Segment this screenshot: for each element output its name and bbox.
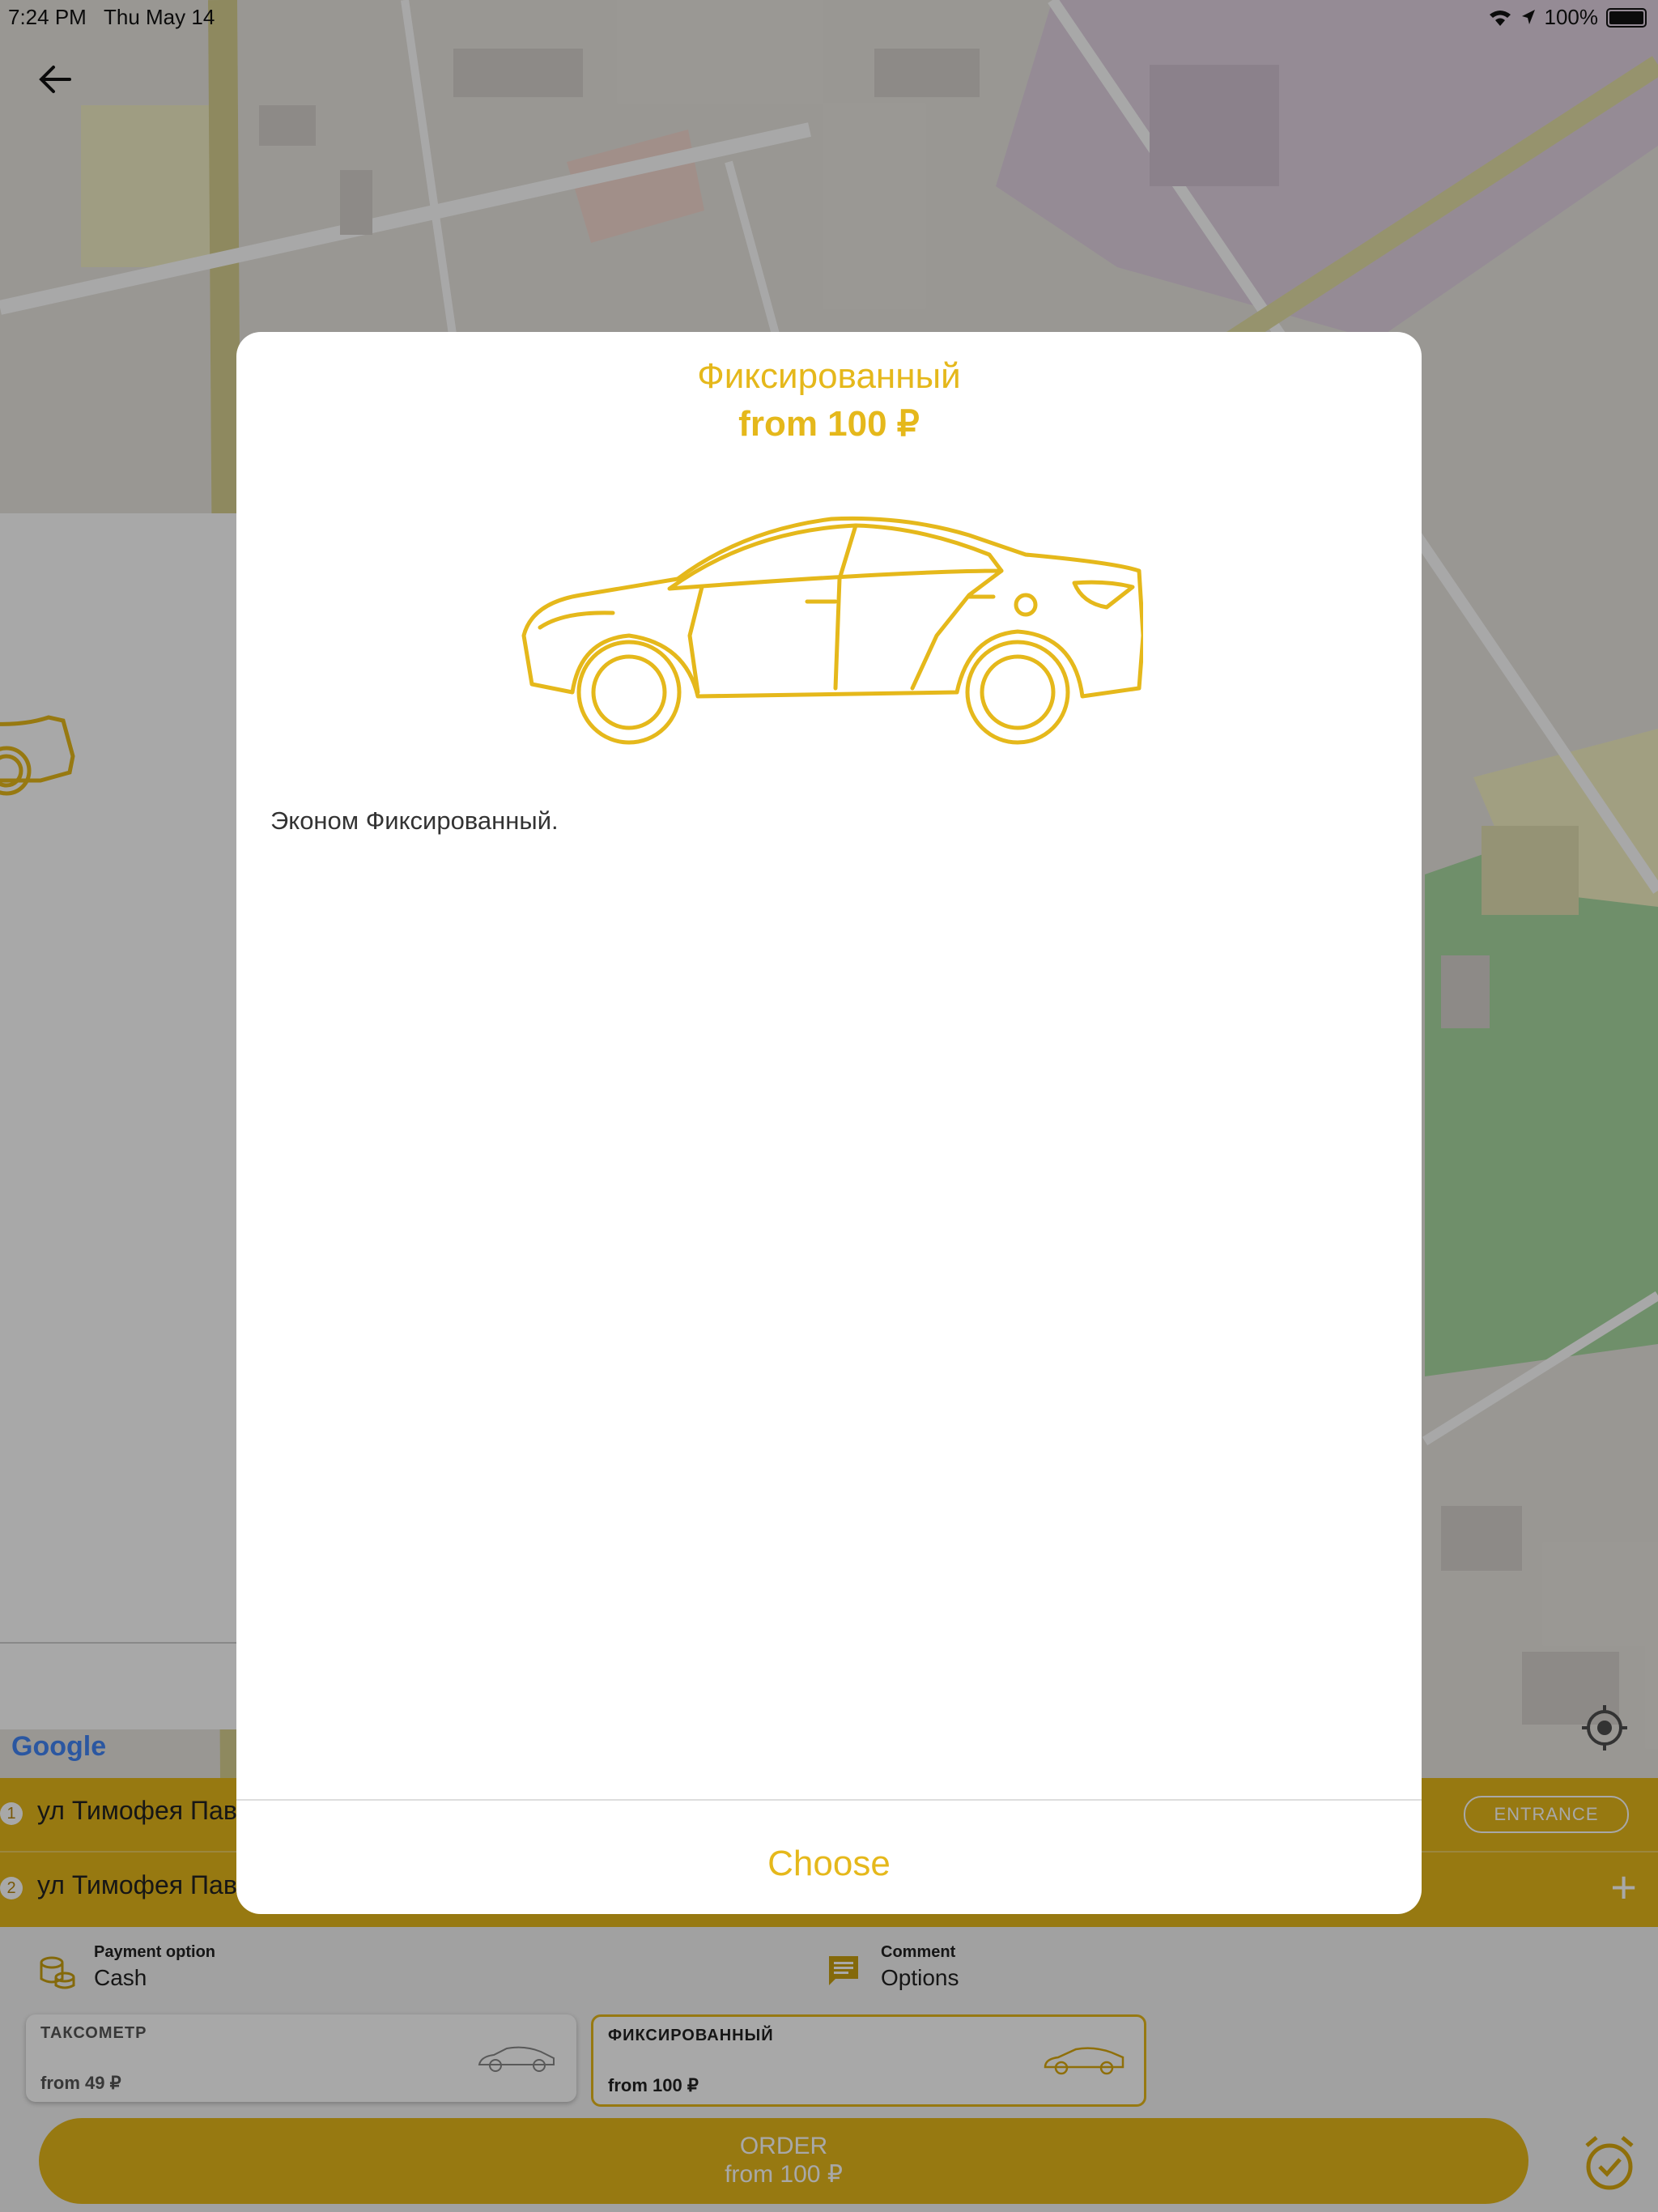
choose-button[interactable]: Choose	[236, 1814, 1422, 1914]
comment-value: Options	[881, 1965, 959, 1990]
modal-description: Эконом Фиксированный.	[270, 806, 559, 835]
order-button[interactable]: ORDER from 100 ₽	[39, 2118, 1528, 2204]
tariff-name: ФИКСИРОВАННЫЙ	[608, 2027, 774, 2044]
coins-icon	[40, 1956, 75, 1989]
google-logo: Google	[11, 1731, 106, 1763]
comment-label: Comment	[881, 1943, 956, 1961]
car-illustration	[521, 516, 1143, 745]
battery-percent: 100%	[1544, 5, 1599, 29]
car-illustration-partial	[0, 715, 75, 796]
payment-label: Payment option	[94, 1943, 216, 1961]
car-icon	[478, 2046, 555, 2072]
tariff-card-fixed[interactable]: ФИКСИРОВАННЫЙ from 100 ₽	[591, 2014, 1146, 2107]
payment-option[interactable]: Payment option Cash	[39, 1943, 215, 1991]
my-location-icon[interactable]	[1580, 1704, 1629, 1752]
status-date: Thu May 14	[104, 5, 215, 29]
add-stop-button[interactable]: +	[1610, 1861, 1637, 1913]
comment-icon	[829, 1956, 858, 1985]
battery-icon	[1606, 7, 1647, 28]
status-right: 100%	[1488, 5, 1647, 30]
divider	[0, 1642, 236, 1644]
google-logo-text: Google	[11, 1731, 107, 1762]
order-price: from 100 ₽	[725, 2161, 843, 2188]
comment-option[interactable]: Comment Options	[826, 1943, 959, 1991]
scheduled-order-icon[interactable]	[1580, 2134, 1639, 2193]
order-label: ORDER	[739, 2133, 828, 2159]
tariff-carousel-card-previous	[0, 513, 236, 1729]
back-button[interactable]	[32, 57, 78, 102]
entrance-button[interactable]: ENTRANCE	[1464, 1796, 1629, 1833]
location-arrow-icon	[1521, 9, 1535, 24]
status-bar: 7:24 PM Thu May 14 100%	[0, 0, 1658, 32]
tariff-detail-modal: Фиксированный from 100 ₽ Эконом Фиксиров…	[236, 332, 1422, 1914]
tariff-price: from 49 ₽	[40, 2073, 121, 2093]
modal-price: from 100 ₽	[738, 404, 920, 444]
divider	[236, 1799, 1422, 1801]
stop-number: 1	[0, 1802, 23, 1825]
wifi-icon	[1489, 10, 1511, 26]
tariff-price: from 100 ₽	[608, 2075, 699, 2095]
car-icon	[1044, 2047, 1124, 2075]
arrow-left-icon	[39, 66, 71, 93]
status-time: 7:24 PM	[8, 5, 87, 29]
payment-value: Cash	[94, 1965, 147, 1990]
tariff-name: ТАКСОМЕТР	[40, 2024, 147, 2042]
stop-number: 2	[0, 1877, 23, 1899]
modal-title: Фиксированный	[697, 356, 961, 396]
order-panel: Payment option Cash Comment Options ТАКС…	[0, 1927, 1658, 2212]
tariff-card-taxometer[interactable]: ТАКСОМЕТР from 49 ₽	[26, 2014, 576, 2102]
